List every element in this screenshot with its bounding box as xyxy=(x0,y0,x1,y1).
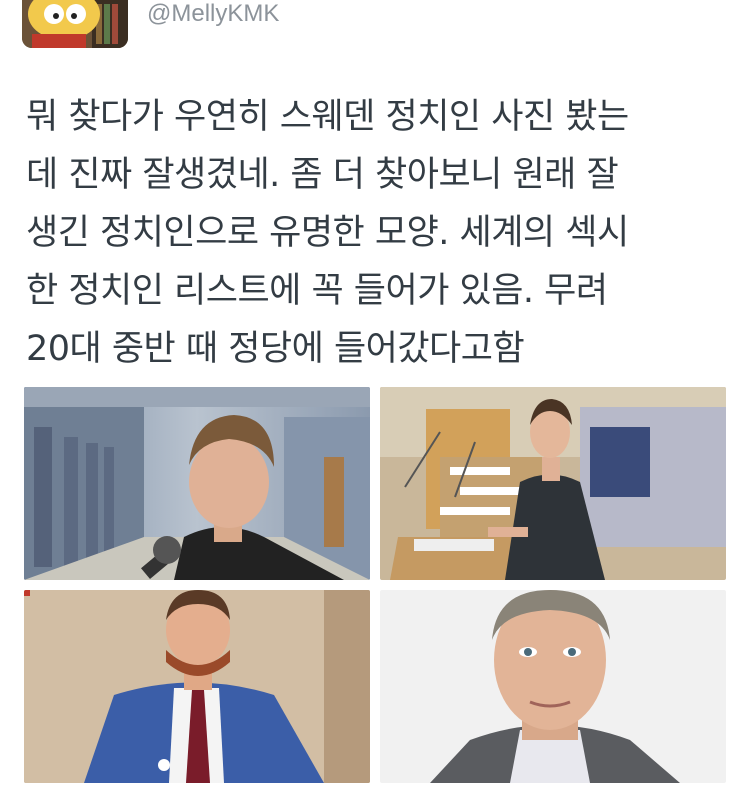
tweet-text-line: 한 정치인 리스트에 꼭 들어가 있음. 무려 xyxy=(26,271,608,311)
tweet-text-line: 20대 중반 때 정당에 들어갔다고함 xyxy=(26,329,525,369)
tweet-text-line: 데 진짜 잘생겼네. 좀 더 찾아보니 원래 잘 xyxy=(26,155,619,195)
user-handle[interactable]: @MellyKMK xyxy=(147,0,279,28)
media-grid xyxy=(24,387,726,783)
tweet-text-line: 뭐 찾다가 우연히 스웨덴 정치인 사진 봤는 xyxy=(26,97,629,137)
tweet-text: 뭐 찾다가 우연히 스웨덴 정치인 사진 봤는 데 진짜 잘생겼네. 좀 더 찾… xyxy=(26,88,726,378)
tweet-header: @MellyKMK xyxy=(0,0,750,60)
tweet-text-line: 생긴 정치인으로 유명한 모양. 세계의 섹시 xyxy=(26,213,629,253)
avatar[interactable] xyxy=(22,0,128,48)
photo-interview[interactable] xyxy=(24,387,370,580)
photo-podium[interactable] xyxy=(380,387,726,580)
photo-portrait[interactable] xyxy=(380,590,726,783)
photo-blue-suit[interactable] xyxy=(24,590,370,783)
